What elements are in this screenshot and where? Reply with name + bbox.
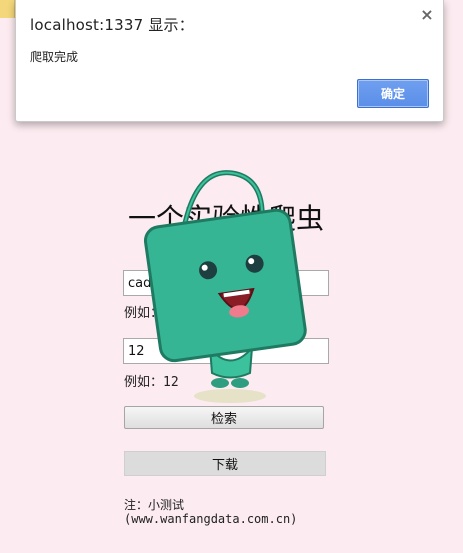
alert-message: 爬取完成 — [30, 50, 79, 64]
ok-button[interactable]: 确定 — [357, 79, 429, 108]
browser-tab-icon — [0, 0, 15, 18]
alert-title: localhost:1337 显示： — [30, 16, 194, 34]
shopping-bag-mascot-icon — [143, 170, 307, 403]
alert-dialog: localhost:1337 显示： × 爬取完成 确定 — [15, 0, 444, 122]
close-icon[interactable]: × — [419, 5, 435, 24]
download-button[interactable]: 下载 — [124, 451, 326, 476]
note-url: (www.wanfangdata.com.cn) — [124, 512, 298, 526]
note-text: 注：小测试 — [124, 498, 185, 512]
search-button[interactable]: 检索 — [124, 406, 324, 429]
